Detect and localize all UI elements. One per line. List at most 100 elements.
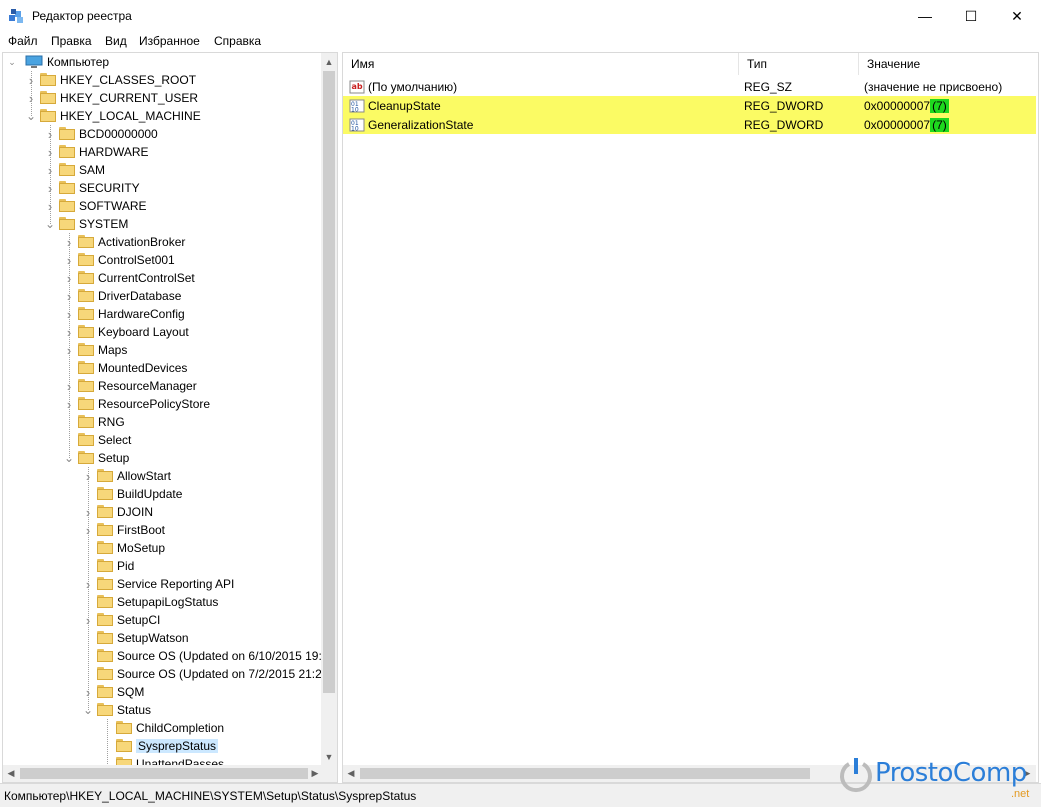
folder-icon bbox=[78, 451, 94, 464]
scroll-up-icon[interactable]: ▲ bbox=[321, 53, 337, 70]
tree-item-label: SetupWatson bbox=[117, 631, 189, 645]
tree-item-label: SECURITY bbox=[79, 181, 140, 195]
minimize-icon: — bbox=[918, 8, 932, 24]
tree-connector-line bbox=[50, 125, 51, 224]
tree-item-label: Keyboard Layout bbox=[98, 325, 189, 339]
tree-item-label: RNG bbox=[98, 415, 125, 429]
watermark-logo: ProstoComp .net bbox=[835, 752, 1035, 802]
value-decimal-highlight: (7) bbox=[930, 98, 949, 113]
tree-item-label: Pid bbox=[117, 559, 135, 573]
tree-item-label: SYSTEM bbox=[79, 217, 129, 231]
tree-root-label: Компьютер bbox=[47, 55, 110, 69]
tree-item-label: HKEY_LOCAL_MACHINE bbox=[60, 109, 201, 123]
svg-text:ab: ab bbox=[352, 82, 363, 91]
value-data-cell: 0x00000007 (7) bbox=[864, 115, 949, 134]
value-name: CleanupState bbox=[368, 98, 441, 113]
tree-item-label: CurrentControlSet bbox=[98, 271, 195, 285]
tree-vertical-scrollbar[interactable]: ▲ ▼ bbox=[321, 53, 337, 765]
registry-editor-icon bbox=[9, 9, 23, 23]
column-header-value-label: Значение bbox=[867, 57, 921, 71]
folder-icon bbox=[78, 253, 94, 266]
tree-item-label: Service Reporting API bbox=[117, 577, 235, 591]
folder-icon bbox=[97, 649, 113, 662]
value-type: REG_DWORD bbox=[744, 98, 824, 113]
menu-view[interactable]: Вид bbox=[105, 34, 127, 48]
tree-item-label: BuildUpdate bbox=[117, 487, 183, 501]
tree-item-label: ControlSet001 bbox=[98, 253, 175, 267]
value-name-cell: 01 10 GeneralizationState bbox=[349, 115, 473, 134]
values-horizontal-scroll-thumb[interactable] bbox=[360, 768, 810, 779]
watermark-text: ProstoComp bbox=[875, 758, 1027, 788]
folder-icon bbox=[78, 325, 94, 338]
folder-icon bbox=[59, 199, 75, 212]
value-type: REG_DWORD bbox=[744, 117, 824, 132]
folder-icon bbox=[40, 73, 56, 86]
tree-item-label: UnattendPasses bbox=[136, 757, 225, 765]
tree-item-label: ResourceManager bbox=[98, 379, 197, 393]
tree-item-label: AllowStart bbox=[117, 469, 172, 483]
tree-item-label: BCD00000000 bbox=[79, 127, 158, 141]
folder-icon bbox=[40, 91, 56, 104]
tree-item-label: FirstBoot bbox=[117, 523, 166, 537]
value-name: (По умолчанию) bbox=[368, 79, 458, 94]
tree-item-label: HKEY_CLASSES_ROOT bbox=[60, 73, 197, 87]
folder-icon bbox=[97, 487, 113, 500]
tree-item-label-selected: SysprepStatus bbox=[136, 739, 219, 753]
value-name-cell: ab (По умолчанию) bbox=[349, 77, 457, 96]
close-icon: ✕ bbox=[1011, 7, 1023, 24]
folder-icon bbox=[78, 433, 94, 446]
registry-values-pane: Имя Тип Значение ab (По умолчанию) REG_SZ (… bbox=[342, 52, 1039, 783]
tree-vertical-scroll-thumb[interactable] bbox=[323, 71, 335, 693]
value-decimal-highlight: (7) bbox=[930, 117, 949, 132]
tree-item-label: HardwareConfig bbox=[98, 307, 185, 321]
value-row[interactable]: 01 10 CleanupState REG_DWORD 0x00000007 (7) bbox=[343, 96, 1036, 115]
menu-help[interactable]: Справка bbox=[214, 34, 261, 48]
scroll-left-icon[interactable]: ◀ bbox=[3, 765, 19, 782]
menu-edit[interactable]: Правка bbox=[51, 34, 92, 48]
maximize-button[interactable]: ☐ bbox=[948, 0, 994, 32]
tree-connector-line bbox=[69, 233, 70, 458]
tree-item-label: SQM bbox=[117, 685, 145, 699]
column-header-value[interactable]: Значение bbox=[859, 53, 1036, 75]
power-logo-icon bbox=[840, 758, 872, 793]
dword-value-icon: 01 10 bbox=[349, 117, 365, 133]
folder-icon bbox=[97, 595, 113, 608]
tree-horizontal-scroll-thumb[interactable] bbox=[20, 768, 308, 779]
value-type: REG_SZ bbox=[744, 79, 793, 94]
tree-item-label: SOFTWARE bbox=[79, 199, 147, 213]
column-header-name[interactable]: Имя bbox=[343, 53, 739, 75]
tree-connector-line bbox=[88, 467, 89, 710]
watermark-suffix: .net bbox=[1011, 788, 1030, 800]
menu-bar: Файл Правка Вид Избранное Справка bbox=[0, 32, 1041, 52]
value-row[interactable]: 01 10 GeneralizationState REG_DWORD 0x000000… bbox=[343, 115, 1036, 134]
menu-favorites[interactable]: Избранное bbox=[139, 34, 200, 48]
folder-icon bbox=[59, 127, 75, 140]
svg-text:10: 10 bbox=[351, 125, 359, 132]
tree-horizontal-scrollbar[interactable]: ◀ ▶ bbox=[3, 765, 323, 782]
folder-icon bbox=[116, 757, 132, 765]
folder-icon bbox=[78, 289, 94, 302]
folder-icon bbox=[40, 109, 56, 122]
menu-file[interactable]: Файл bbox=[8, 34, 38, 48]
value-name: GeneralizationState bbox=[368, 117, 474, 132]
folder-icon bbox=[78, 379, 94, 392]
folder-icon bbox=[59, 145, 75, 158]
tree-item-label: Setup bbox=[98, 451, 130, 465]
scroll-left-icon[interactable]: ◀ bbox=[343, 765, 359, 782]
registry-tree-pane: ⌄ Компьютер › HKEY_CLASSES_ROOT › HKEY_CURR… bbox=[2, 52, 338, 783]
folder-icon bbox=[97, 469, 113, 482]
tree-item-label: MoSetup bbox=[117, 541, 166, 555]
string-value-icon: ab bbox=[349, 79, 365, 95]
value-data: 0x00000007 bbox=[864, 117, 931, 132]
value-data: 0x00000007 bbox=[864, 98, 931, 113]
column-header-type-label: Тип bbox=[747, 57, 768, 71]
close-button[interactable]: ✕ bbox=[994, 0, 1040, 32]
tree-item-label: Status bbox=[117, 703, 152, 717]
scroll-down-icon[interactable]: ▼ bbox=[321, 748, 337, 765]
minimize-button[interactable]: — bbox=[902, 0, 948, 32]
value-row[interactable]: ab (По умолчанию) REG_SZ (значение не присв… bbox=[343, 77, 1036, 96]
column-header-type[interactable]: Тип bbox=[739, 53, 859, 75]
tree-item-label: MountedDevices bbox=[98, 361, 188, 375]
folder-icon bbox=[59, 217, 75, 230]
collapse-chevron-icon[interactable]: ⌄ bbox=[7, 53, 17, 71]
